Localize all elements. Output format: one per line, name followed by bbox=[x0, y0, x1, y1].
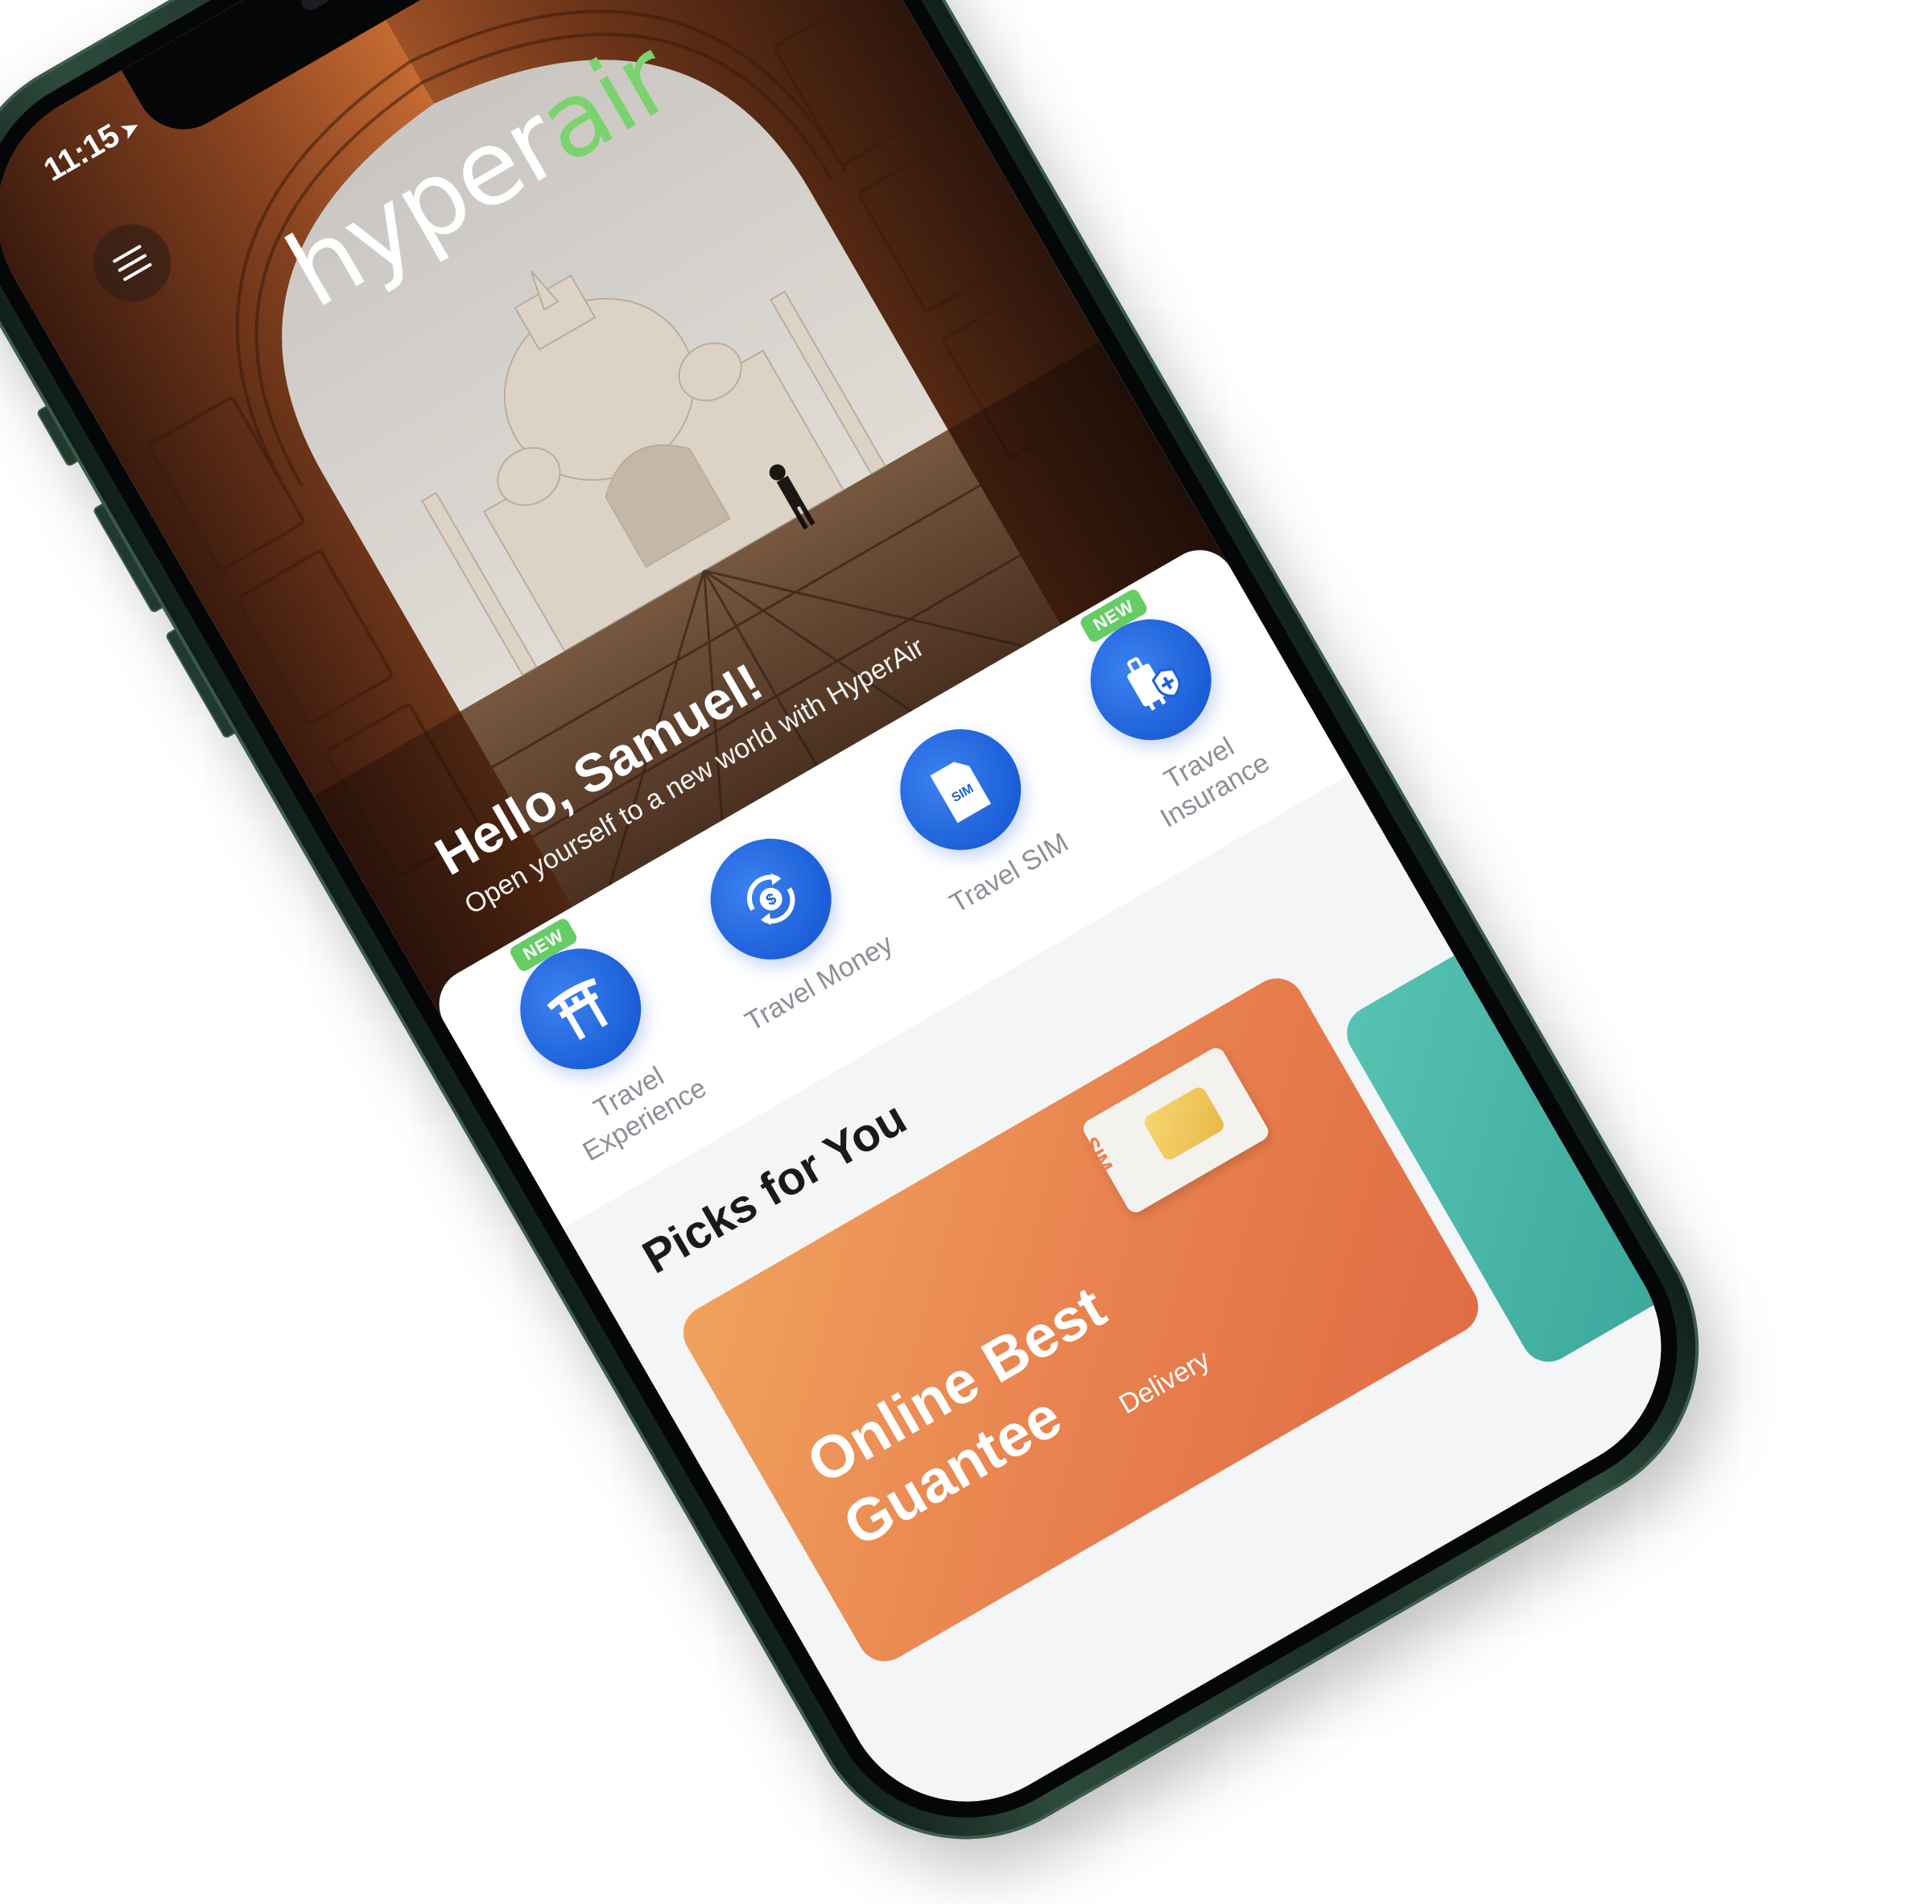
sim-chip bbox=[1141, 1084, 1227, 1163]
sim-card-label: SIM bbox=[1078, 1132, 1118, 1177]
promo-subline: Delivery bbox=[1113, 1344, 1216, 1420]
sim-card-icon[interactable]: SIM bbox=[878, 707, 1044, 873]
sim-card-illustration: SIM bbox=[1078, 1044, 1272, 1216]
currency-exchange-icon[interactable]: $ bbox=[687, 816, 853, 982]
phone-device: 11:15➤ hyperair Hello, Samuel! Open your… bbox=[0, 0, 1758, 1898]
